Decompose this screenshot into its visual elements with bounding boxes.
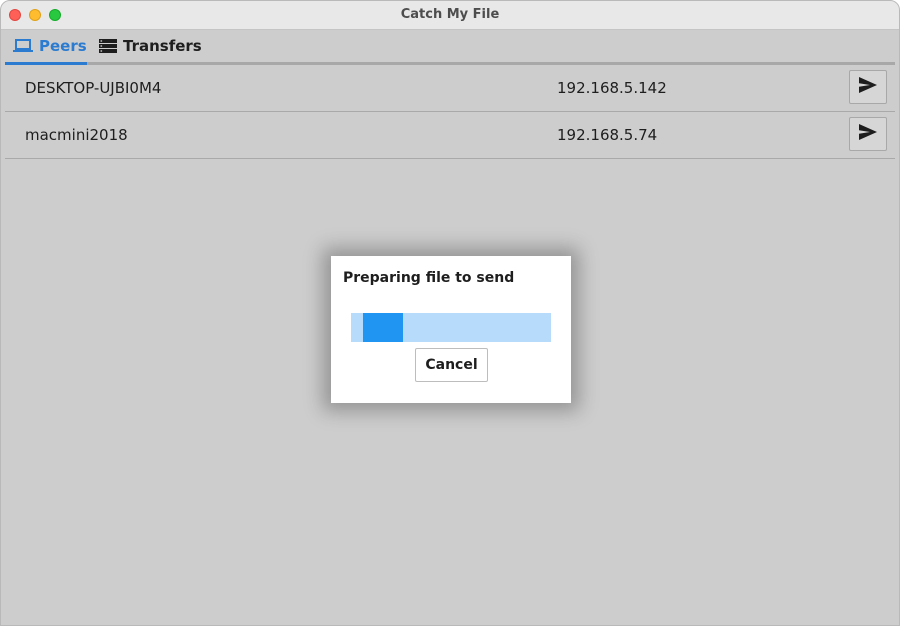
peer-ip: 192.168.5.142 [557, 79, 667, 97]
window-title: Catch My File [400, 7, 500, 22]
peer-name: macmini2018 [25, 126, 128, 144]
progress-indicator [363, 313, 403, 342]
peer-row[interactable]: DESKTOP-UJBI0M4 192.168.5.142 [5, 65, 895, 112]
cancel-button[interactable]: Cancel [415, 348, 488, 382]
tab-peers-label: Peers [39, 37, 87, 55]
send-icon [859, 77, 877, 97]
send-file-button[interactable] [849, 117, 887, 151]
title-bar[interactable]: Catch My File [1, 1, 899, 30]
send-icon [859, 124, 877, 144]
tab-transfers[interactable]: Transfers [99, 30, 202, 62]
dialog-title: Preparing file to send [343, 270, 515, 286]
progress-bar [351, 313, 551, 342]
list-icon [99, 38, 117, 54]
laptop-icon [13, 38, 33, 54]
tab-transfers-label: Transfers [123, 37, 202, 55]
tab-bar: Peers Transfers [1, 30, 899, 65]
tab-peers[interactable]: Peers [13, 30, 87, 62]
peer-list: DESKTOP-UJBI0M4 192.168.5.142 macmini201… [5, 65, 895, 159]
app-window: Catch My File Peers Transfers DESKTOP-UJ… [0, 0, 900, 626]
peer-name: DESKTOP-UJBI0M4 [25, 79, 162, 97]
peer-ip: 192.168.5.74 [557, 126, 658, 144]
send-file-button[interactable] [849, 70, 887, 104]
preparing-dialog: Preparing file to send Cancel [331, 256, 571, 403]
peer-row[interactable]: macmini2018 192.168.5.74 [5, 112, 895, 159]
